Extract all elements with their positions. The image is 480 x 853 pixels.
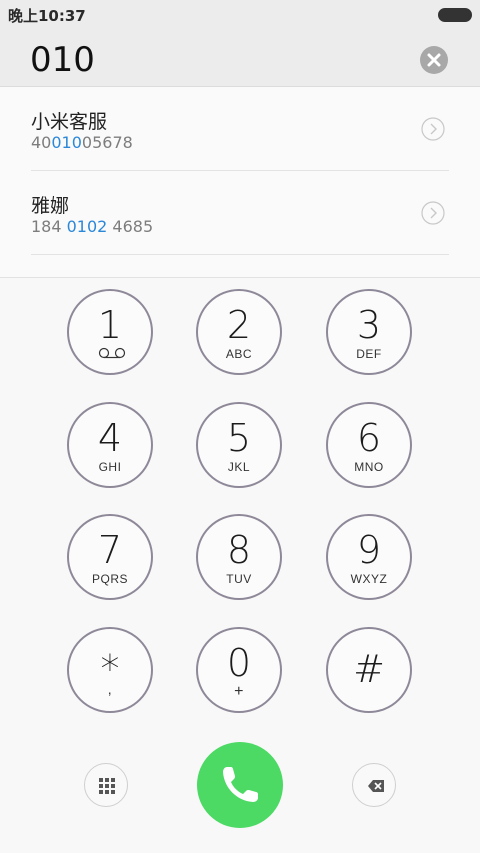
key-letters: MNO xyxy=(354,460,384,474)
key-letters: JKL xyxy=(227,460,251,474)
key-3[interactable]: 3 DEF xyxy=(326,289,412,375)
keypad-toggle-button[interactable] xyxy=(84,763,128,807)
key-letters: GHI xyxy=(98,460,122,474)
key-digit: # xyxy=(353,647,385,691)
key-digit: 7 xyxy=(97,528,123,572)
key-0[interactable]: 0 + xyxy=(196,627,282,713)
key-digit: 9 xyxy=(356,528,382,572)
key-digit: 6 xyxy=(356,416,382,460)
key-letters: DEF xyxy=(356,347,382,361)
number-match: 0102 xyxy=(66,217,108,236)
key-star[interactable]: * , xyxy=(67,627,153,713)
backspace-icon xyxy=(368,780,384,792)
keypad-grid-icon xyxy=(99,778,115,794)
key-2[interactable]: 2 ABC xyxy=(196,289,282,375)
key-digit: 5 xyxy=(226,416,252,460)
key-9[interactable]: 9 WXYZ xyxy=(326,514,412,600)
contact-row[interactable]: 雅娜 184 0102 4685 xyxy=(0,171,480,255)
chevron-right-icon[interactable] xyxy=(421,117,445,141)
number-display-bar: 010 xyxy=(0,28,480,87)
key-digit: 4 xyxy=(97,416,123,460)
number-part: 05678 xyxy=(81,133,133,152)
call-button[interactable] xyxy=(197,742,283,828)
phone-icon xyxy=(223,767,258,802)
key-letters: TUV xyxy=(226,572,252,586)
key-6[interactable]: 6 MNO xyxy=(326,402,412,488)
voicemail-icon xyxy=(98,347,126,359)
key-letters: PQRS xyxy=(91,572,128,586)
backspace-button[interactable] xyxy=(352,763,396,807)
dialed-number: 010 xyxy=(30,40,95,80)
key-letters: WXYZ xyxy=(350,572,388,586)
number-part: 184 xyxy=(31,217,67,236)
contact-number: 4001005678 xyxy=(31,133,133,152)
key-1[interactable]: 1 xyxy=(67,289,153,375)
chevron-right-icon[interactable] xyxy=(421,201,445,225)
status-bar: 晚上10:37 xyxy=(0,0,480,28)
contact-number: 184 0102 4685 xyxy=(31,217,153,236)
status-time: 晚上10:37 xyxy=(8,7,86,25)
key-digit: 2 xyxy=(226,303,252,347)
contact-name: 小米客服 xyxy=(31,111,108,133)
number-part: 4685 xyxy=(107,217,154,236)
key-digit: 3 xyxy=(356,303,382,347)
key-letters: + xyxy=(234,683,244,700)
keypad: 1 2 ABC 3 DEF 4 GHI 5 JKL 6 MNO 7 PQRS 8… xyxy=(0,278,480,853)
key-digit: 8 xyxy=(226,528,252,572)
key-letters: ABC xyxy=(225,347,253,361)
key-digit: 0 xyxy=(226,641,252,685)
contact-results: 小米客服 4001005678 雅娜 184 0102 4685 xyxy=(0,87,480,278)
battery-icon xyxy=(438,8,472,22)
key-digit: 1 xyxy=(97,303,123,347)
key-8[interactable]: 8 TUV xyxy=(196,514,282,600)
key-7[interactable]: 7 PQRS xyxy=(67,514,153,600)
number-part: 40 xyxy=(31,133,52,152)
key-letters: , xyxy=(107,681,113,697)
key-hash[interactable]: # xyxy=(326,627,412,713)
divider xyxy=(31,254,449,255)
contact-row[interactable]: 小米客服 4001005678 xyxy=(0,87,480,171)
contact-name: 雅娜 xyxy=(31,195,70,217)
number-match: 010 xyxy=(51,133,82,152)
key-4[interactable]: 4 GHI xyxy=(67,402,153,488)
clear-icon[interactable] xyxy=(420,46,448,74)
key-5[interactable]: 5 JKL xyxy=(196,402,282,488)
